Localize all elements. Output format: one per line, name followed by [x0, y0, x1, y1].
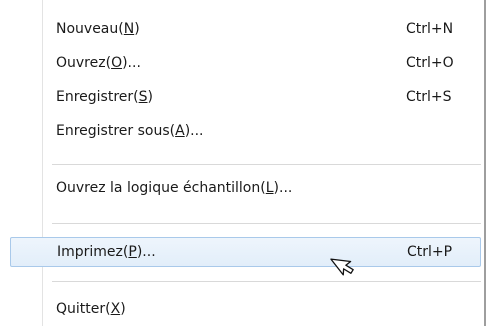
menu-item-shortcut: Ctrl+P — [407, 244, 453, 260]
menu-item-label: Ouvrez(O)... — [56, 55, 141, 71]
menu-separator — [52, 281, 481, 282]
menu-item-quit[interactable]: Quitter(X) — [10, 294, 481, 324]
menu-separator — [52, 164, 481, 165]
menu-item-shortcut: Ctrl+O — [406, 55, 454, 71]
menu-item-open[interactable]: Ouvrez(O)... Ctrl+O — [10, 48, 481, 78]
menu-item-label: Enregistrer sous(A)... — [56, 123, 204, 139]
menu-item-label: Imprimez(P)... — [57, 244, 156, 260]
menu-item-open-sample-logic[interactable]: Ouvrez la logique échantillon(L)... — [10, 173, 481, 203]
menu-item-save-as[interactable]: Enregistrer sous(A)... — [10, 116, 481, 146]
menu-separator — [52, 223, 481, 224]
menu-item-label: Ouvrez la logique échantillon(L)... — [56, 180, 293, 196]
arrow-cursor-icon — [330, 258, 354, 276]
menu-item-label: Enregistrer(S) — [56, 89, 153, 105]
menu-item-save[interactable]: Enregistrer(S) Ctrl+S — [10, 82, 481, 112]
menu-item-shortcut: Ctrl+S — [406, 89, 452, 105]
menu-item-new[interactable]: Nouveau(N) Ctrl+N — [10, 14, 481, 44]
menu-item-print[interactable]: Imprimez(P)... Ctrl+P — [10, 237, 481, 267]
file-menu: Nouveau(N) Ctrl+N Ouvrez(O)... Ctrl+O En… — [0, 0, 486, 326]
menu-item-label: Quitter(X) — [56, 301, 126, 317]
menu-item-label: Nouveau(N) — [56, 21, 140, 37]
menu-item-shortcut: Ctrl+N — [406, 21, 454, 37]
